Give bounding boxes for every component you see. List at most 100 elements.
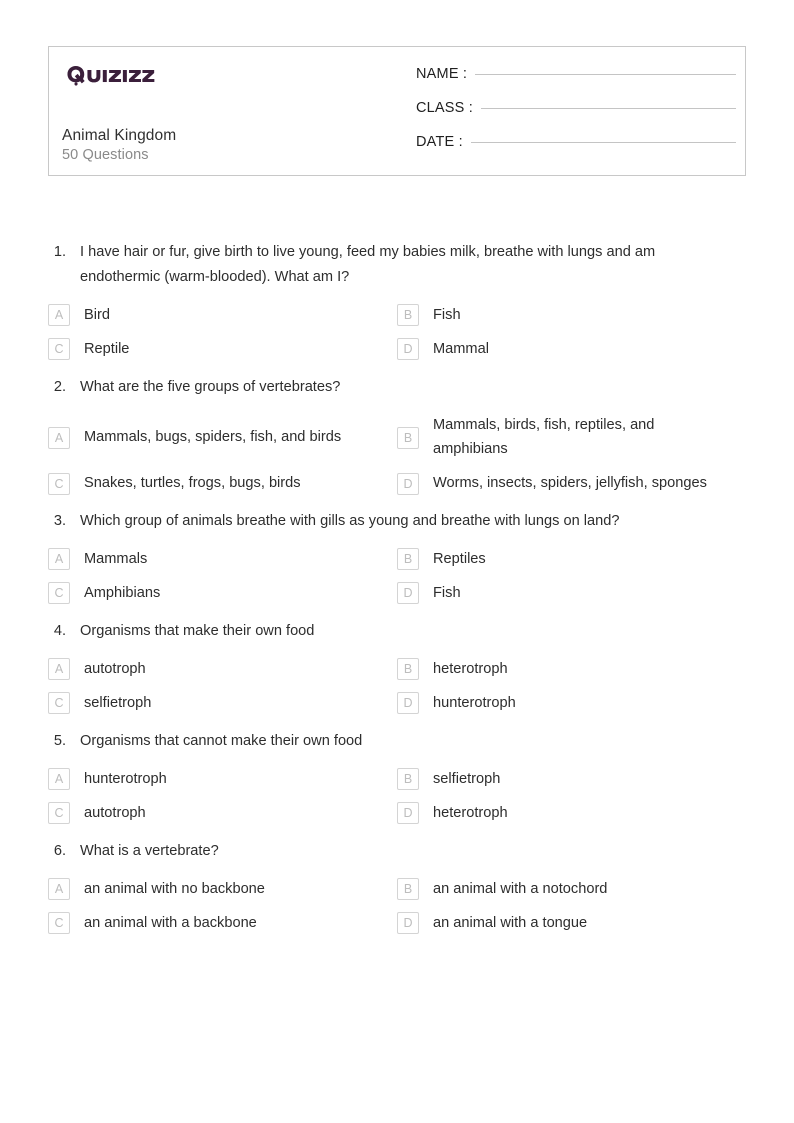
question-list: 1. I have hair or fur, give birth to live… — [0, 231, 794, 940]
option-letter-badge: A — [48, 658, 70, 680]
option-text: autotroph — [84, 661, 146, 677]
option-text: Mammals, birds, fish, reptiles, and amph… — [433, 417, 655, 457]
option-letter-badge: A — [48, 426, 70, 449]
option-text: heterotroph — [433, 805, 508, 821]
answer-option[interactable]: B Mammals, birds, fish, reptiles, and amp… — [397, 403, 746, 461]
option-text: Mammal — [433, 341, 489, 357]
question-number: 5. — [53, 733, 66, 749]
question-number: 2. — [53, 379, 66, 395]
option-letter-badge: C — [48, 472, 70, 495]
answer-option[interactable]: Bselfietroph — [397, 757, 746, 791]
option-text: Bird — [84, 307, 110, 323]
answer-options: Ahunterotroph Bselfietroph Cautotroph Dhete… — [0, 754, 794, 825]
name-field-row: NAME : — [416, 66, 736, 100]
question-header: 4. Organisms that make their own food — [0, 610, 794, 644]
student-info-fields: NAME : CLASS : DATE : — [416, 66, 736, 168]
option-letter-badge: B — [397, 768, 419, 790]
answer-option[interactable]: Dheterotroph — [397, 791, 746, 825]
option-letter-badge: C — [48, 582, 70, 604]
quiz-question-count: 50 Questions — [62, 147, 149, 163]
answer-option[interactable]: Aautotroph — [48, 647, 397, 681]
answer-option[interactable]: Aan animal with no backbone — [48, 867, 397, 901]
option-letter-badge: A — [48, 878, 70, 900]
option-letter-badge: D — [397, 338, 419, 360]
answer-option[interactable]: Cselfietroph — [48, 681, 397, 715]
question-block: 3. Which group of animals breathe with gi… — [0, 500, 794, 610]
answer-option[interactable]: D Worms, insects, spiders, jellyfish, spo… — [397, 461, 746, 495]
option-text: selfietroph — [433, 771, 501, 787]
option-letter-badge: C — [48, 338, 70, 360]
question-number: 6. — [53, 843, 66, 859]
answer-option[interactable]: B Reptiles — [397, 537, 746, 571]
answer-option[interactable]: Dhunterotroph — [397, 681, 746, 715]
option-letter-badge: B — [397, 304, 419, 326]
class-field-input[interactable] — [481, 107, 736, 109]
question-block: 2. What are the five groups of vertebrate… — [0, 366, 794, 500]
answer-option[interactable]: A Mammals, bugs, spiders, fish, and birds — [48, 403, 397, 461]
class-field-label: CLASS : — [416, 100, 474, 116]
option-text: hunterotroph — [84, 771, 167, 787]
answer-option[interactable]: Ban animal with a notochord — [397, 867, 746, 901]
name-field-input[interactable] — [475, 73, 736, 75]
option-letter-badge: B — [397, 878, 419, 900]
option-text: heterotroph — [433, 661, 508, 677]
option-text: selfietroph — [84, 695, 152, 711]
answer-options: A Mammals B Reptiles C Amphibians D Fish — [0, 534, 794, 605]
question-number: 1. — [53, 244, 66, 260]
option-letter-badge: A — [48, 548, 70, 570]
answer-option[interactable]: C Reptile — [48, 327, 397, 361]
answer-option[interactable]: D Fish — [397, 571, 746, 605]
question-text: Organisms that cannot make their own foo… — [80, 733, 363, 749]
answer-option[interactable]: Can animal with a backbone — [48, 901, 397, 935]
question-block: 4. Organisms that make their own food Aaut… — [0, 610, 794, 720]
option-text: Mammals — [84, 551, 148, 567]
option-letter-badge: C — [48, 912, 70, 934]
answer-option[interactable]: C Snakes, turtles, frogs, bugs, birds — [48, 461, 397, 495]
name-field-label: NAME : — [416, 66, 468, 82]
question-header: 2. What are the five groups of vertebrate… — [0, 366, 794, 400]
option-text: an animal with a backbone — [84, 915, 257, 931]
option-letter-badge: B — [397, 658, 419, 680]
question-block: 5. Organisms that cannot make their own f… — [0, 720, 794, 830]
option-text: an animal with a notochord — [433, 881, 608, 897]
answer-option[interactable]: Ahunterotroph — [48, 757, 397, 791]
date-field-row: DATE : — [416, 134, 736, 168]
answer-option[interactable]: Bheterotroph — [397, 647, 746, 681]
answer-option[interactable]: Cautotroph — [48, 791, 397, 825]
option-text: hunterotroph — [433, 695, 516, 711]
answer-option[interactable]: Dan animal with a tongue — [397, 901, 746, 935]
date-field-input[interactable] — [470, 141, 736, 143]
option-letter-badge: C — [48, 802, 70, 824]
option-letter-badge: D — [397, 912, 419, 934]
option-text: Fish — [433, 585, 461, 601]
answer-option[interactable]: A Mammals — [48, 537, 397, 571]
option-text: Mammals, bugs, spiders, fish, and birds — [84, 429, 342, 445]
option-letter-badge: C — [48, 692, 70, 714]
question-header: 3. Which group of animals breathe with gi… — [0, 500, 794, 534]
quizizz-logo — [67, 66, 155, 86]
option-letter-badge: A — [48, 304, 70, 326]
question-text: Organisms that make their own food — [80, 623, 315, 639]
option-letter-badge: D — [397, 472, 419, 495]
question-text: What are the five groups of vertebrates? — [80, 379, 341, 395]
class-field-row: CLASS : — [416, 100, 736, 134]
option-letter-badge: D — [397, 692, 419, 714]
answer-option[interactable]: D Mammal — [397, 327, 746, 361]
option-letter-badge: B — [397, 426, 419, 449]
header-left-section: Animal Kingdom 50 Questions — [61, 47, 401, 175]
option-text: an animal with no backbone — [84, 881, 265, 897]
option-text: Reptile — [84, 341, 130, 357]
answer-option[interactable]: A Bird — [48, 293, 397, 327]
option-letter-badge: D — [397, 582, 419, 604]
question-number: 3. — [53, 513, 66, 529]
answer-options: Aautotroph Bheterotroph Cselfietroph Dhunte… — [0, 644, 794, 715]
worksheet-header-card: Animal Kingdom 50 Questions NAME : CLASS… — [48, 46, 746, 176]
option-text: Amphibians — [84, 585, 161, 601]
answer-option[interactable]: B Fish — [397, 293, 746, 327]
option-letter-badge: D — [397, 802, 419, 824]
question-block: 6. What is a vertebrate? Aan animal with n… — [0, 830, 794, 940]
date-field-label: DATE : — [416, 134, 463, 150]
option-text: Worms, insects, spiders, jellyfish, spon… — [433, 475, 707, 491]
answer-option[interactable]: C Amphibians — [48, 571, 397, 605]
option-text: autotroph — [84, 805, 146, 821]
